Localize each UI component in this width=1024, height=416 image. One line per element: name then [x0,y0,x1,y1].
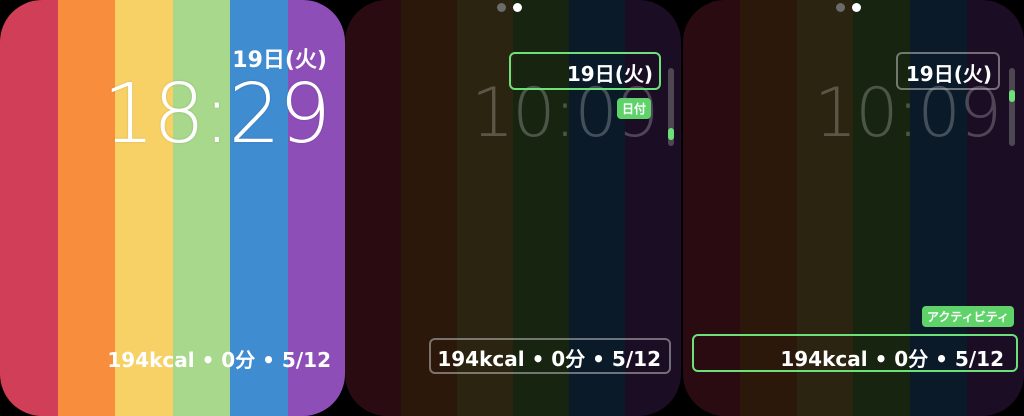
watch-face-edit-activity[interactable]: 10:09 19日(火) アクティビティ 194kcal • 0分 • 5/12 [683,0,1024,416]
complication-label-tag: アクティビティ [922,306,1014,327]
stripe-red [0,0,58,416]
date-complication: 19日(火) [566,62,653,86]
scroll-thumb [1009,90,1015,102]
date-complication: 19日(火) [905,62,992,86]
page-dot-active [852,3,861,12]
watch-face-edit-date[interactable]: 10:09 19日(火) 日付 194kcal • 0分 • 5/12 [345,0,681,416]
time-display: 10:09 [814,74,1002,153]
scroll-thumb [668,128,674,140]
page-dot [497,3,506,12]
activity-complication: 194kcal • 0分 • 5/12 [780,347,1004,371]
page-indicator [497,3,522,12]
page-dot-active [513,3,522,12]
activity-complication: 194kcal • 0分 • 5/12 [437,347,661,371]
activity-complication: 194kcal • 0分 • 5/12 [107,348,331,372]
complication-label-tag: 日付 [617,98,652,119]
page-dot [836,3,845,12]
time-display: 18:29 [102,67,331,162]
stripe-red [345,0,401,416]
digital-crown-scrollbar[interactable] [1009,68,1015,146]
page-indicator [836,3,861,12]
digital-crown-scrollbar[interactable] [668,68,674,146]
watch-face-rainbow[interactable]: 19日(火) 18:29 194kcal • 0分 • 5/12 [0,0,345,416]
